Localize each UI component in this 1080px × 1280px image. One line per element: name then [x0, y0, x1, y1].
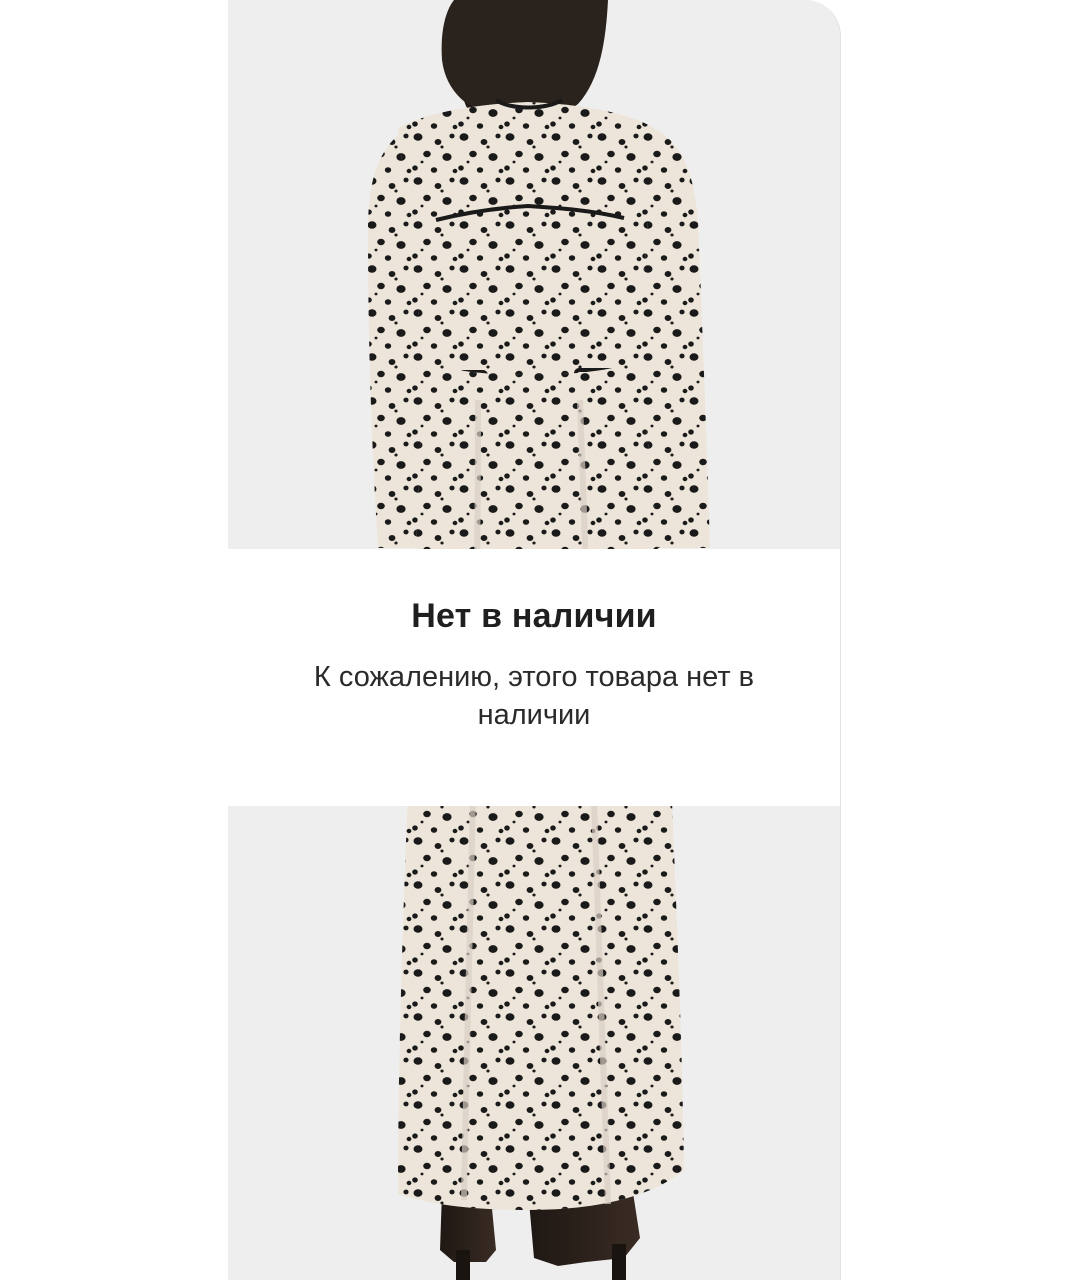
out-of-stock-overlay: Нет в наличии К сожалению, этого товара …: [228, 549, 840, 806]
out-of-stock-message: К сожалению, этого товара нет в наличии: [313, 661, 755, 731]
out-of-stock-title: Нет в наличии: [411, 597, 657, 635]
product-card[interactable]: Нет в наличии К сожалению, этого товара …: [228, 0, 841, 1280]
